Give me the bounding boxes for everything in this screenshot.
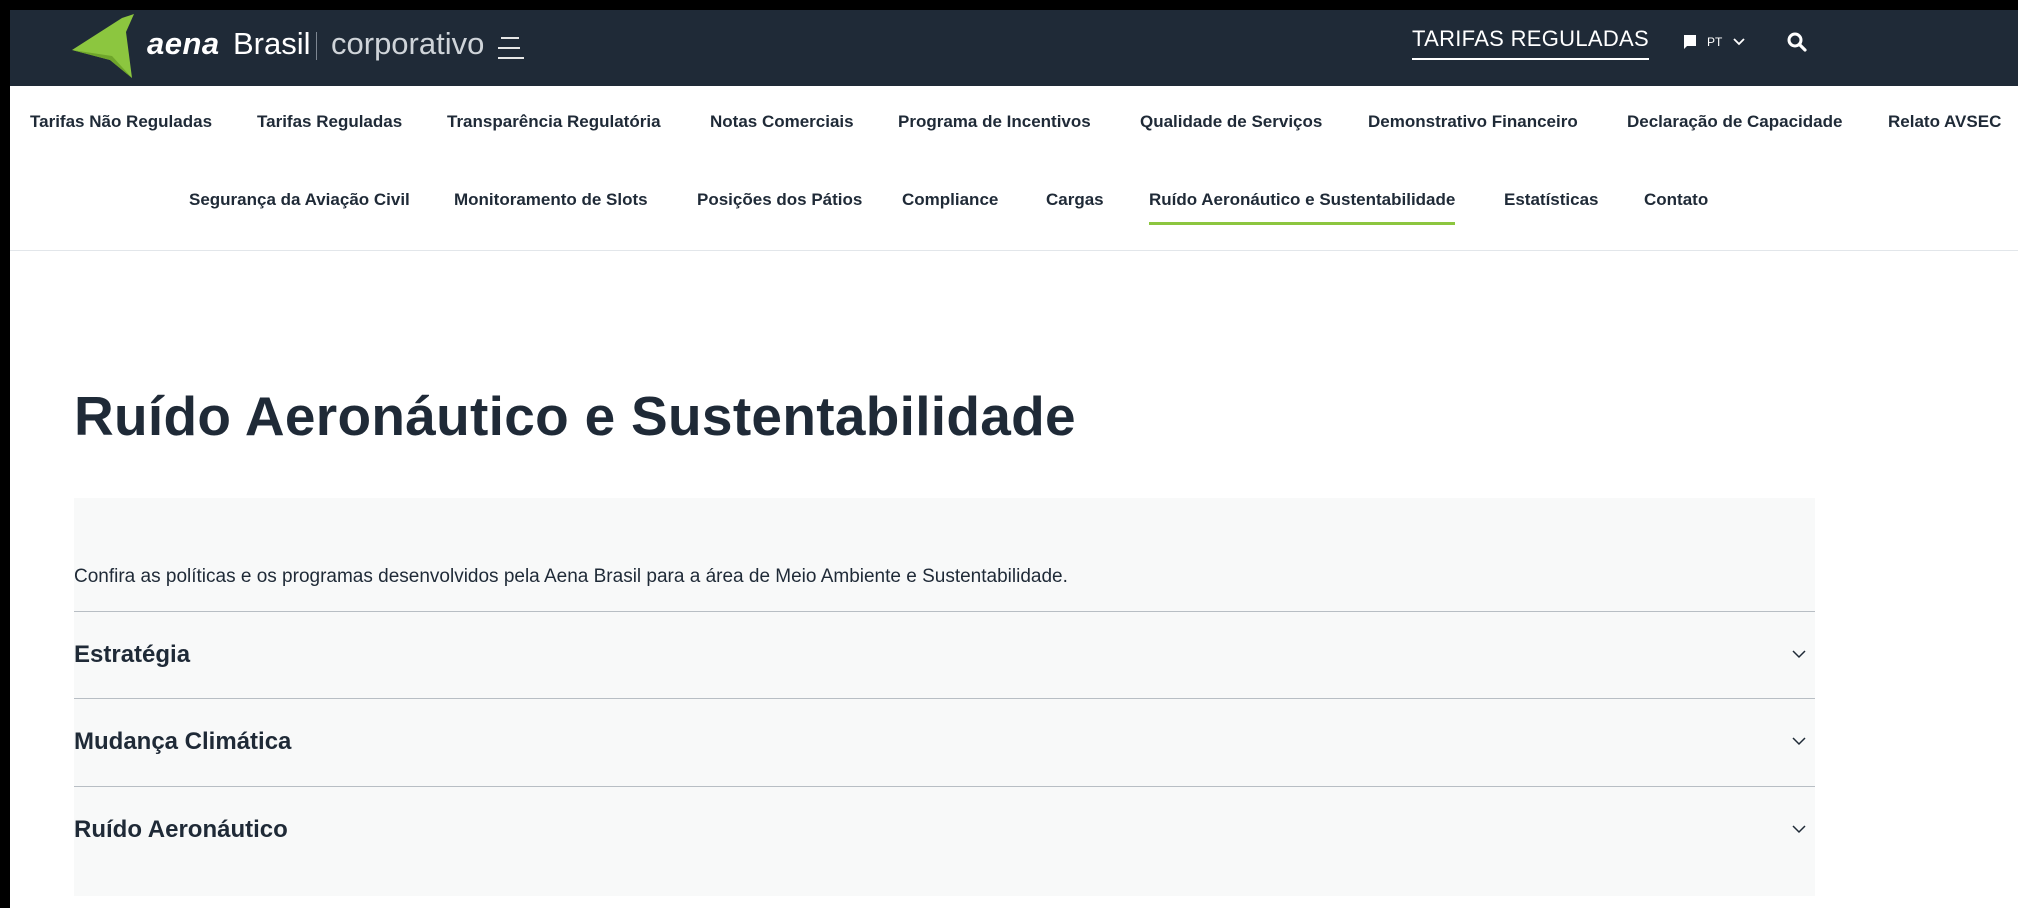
language-selector[interactable]: PT xyxy=(1683,34,1746,50)
accordion-label: Ruído Aeronáutico xyxy=(74,816,288,843)
accordion-label: Mudança Climática xyxy=(74,728,292,755)
flag-icon xyxy=(1684,35,1696,49)
chevron-down-icon xyxy=(1792,650,1806,659)
search-icon[interactable] xyxy=(1786,31,1808,53)
nav-item-notas-comerciais[interactable]: Notas Comerciais xyxy=(710,112,854,144)
nav-item-tarifas-reguladas[interactable]: Tarifas Reguladas xyxy=(257,112,402,144)
page-title: Ruído Aeronáutico e Sustentabilidade xyxy=(74,385,1076,447)
accordion-mudanca-climatica[interactable]: Mudança Climática xyxy=(74,698,1815,785)
accordion-estrategia[interactable]: Estratégia xyxy=(74,611,1815,698)
accordion-ruido-aeronautico[interactable]: Ruído Aeronáutico xyxy=(74,786,1815,873)
aena-logo[interactable] xyxy=(72,14,150,78)
content-panel: Confira as políticas e os programas dese… xyxy=(74,498,1815,896)
nav-item-cargas[interactable]: Cargas xyxy=(1046,190,1104,222)
menu-icon[interactable] xyxy=(498,35,524,61)
chevron-down-icon xyxy=(1733,38,1745,46)
nav-item-compliance[interactable]: Compliance xyxy=(902,190,998,222)
page-frame: aena Brasil corporativo TARIFAS REGULADA… xyxy=(10,10,2018,908)
top-header: aena Brasil corporativo TARIFAS REGULADA… xyxy=(10,10,2018,86)
chevron-down-icon xyxy=(1792,737,1806,746)
language-code: PT xyxy=(1707,35,1723,49)
nav-item-demonstrativo-financeiro[interactable]: Demonstrativo Financeiro xyxy=(1368,112,1578,144)
nav-item-ruido-aeronautico[interactable]: Ruído Aeronáutico e Sustentabilidade xyxy=(1149,190,1456,225)
nav-item-seguranca-aviacao-civil[interactable]: Segurança da Aviação Civil xyxy=(189,190,410,222)
section-nav: Tarifas Não Reguladas Tarifas Reguladas … xyxy=(10,86,2018,251)
brand-corporativo: corporativo xyxy=(331,26,485,61)
intro-text: Confira as políticas e os programas dese… xyxy=(74,566,1068,587)
nav-item-posicoes-dos-patios[interactable]: Posições dos Pátios xyxy=(697,190,862,222)
nav-item-relato-avsec[interactable]: Relato AVSEC xyxy=(1888,112,2001,144)
nav-item-contato[interactable]: Contato xyxy=(1644,190,1708,222)
brand-divider xyxy=(316,32,317,60)
nav-item-monitoramento-de-slots[interactable]: Monitoramento de Slots xyxy=(454,190,648,222)
nav-item-programa-de-incentivos[interactable]: Programa de Incentivos xyxy=(898,112,1091,144)
brand-brasil: Brasil xyxy=(233,26,311,61)
accordion-label: Estratégia xyxy=(74,641,191,668)
nav-item-estatisticas[interactable]: Estatísticas xyxy=(1504,190,1599,222)
brand-aena: aena xyxy=(147,26,220,61)
nav-row-2: Segurança da Aviação Civil Monitoramento… xyxy=(10,190,2018,240)
nav-item-qualidade-de-servicos[interactable]: Qualidade de Serviços xyxy=(1140,112,1322,144)
nav-row-1: Tarifas Não Reguladas Tarifas Reguladas … xyxy=(10,112,2018,162)
chevron-down-icon xyxy=(1792,825,1806,834)
nav-item-transparencia-regulatoria[interactable]: Transparência Regulatória xyxy=(447,112,661,144)
tarifas-reguladas-link[interactable]: TARIFAS REGULADAS xyxy=(1412,26,1649,60)
nav-item-declaracao-de-capacidade[interactable]: Declaração de Capacidade xyxy=(1627,112,1842,144)
aena-logo-icon xyxy=(72,14,134,78)
nav-item-tarifas-nao-reguladas[interactable]: Tarifas Não Reguladas xyxy=(30,112,212,144)
